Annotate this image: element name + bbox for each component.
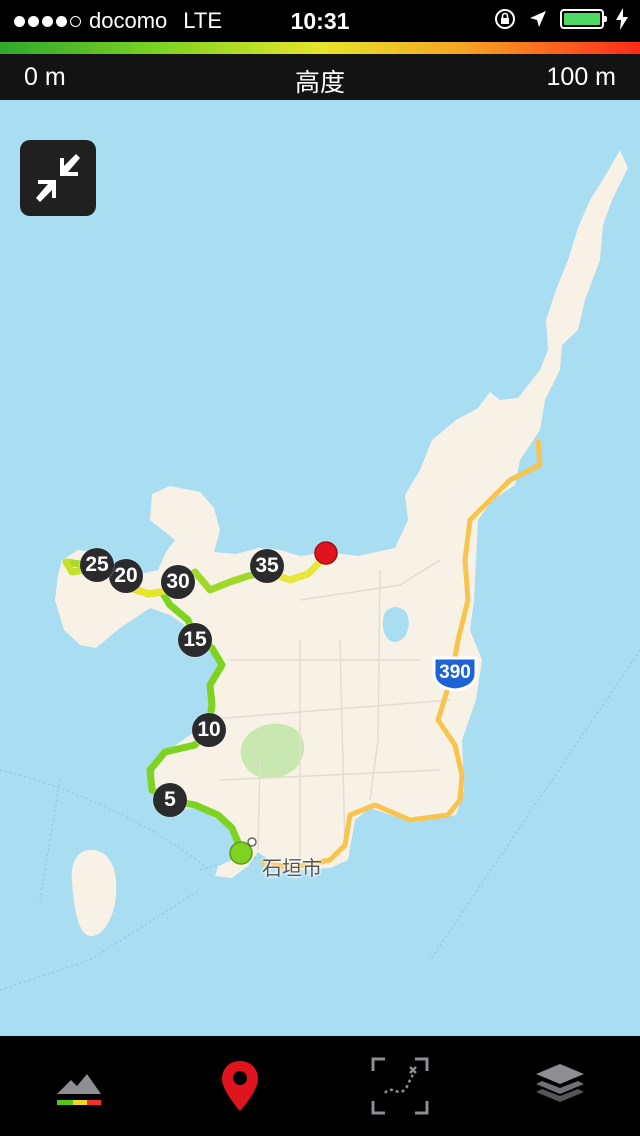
tab-location[interactable] bbox=[160, 1036, 320, 1136]
elevation-title: 高度 bbox=[294, 69, 345, 97]
fit-route-icon bbox=[371, 1057, 429, 1115]
elevation-legend: 0 m 高度 100 m bbox=[0, 54, 640, 100]
elevation-max-label: 100 m bbox=[546, 63, 616, 91]
elevation-gradient-bar bbox=[0, 42, 640, 54]
distance-marker-30[interactable]: 30 bbox=[161, 565, 195, 599]
tab-layers[interactable] bbox=[480, 1036, 640, 1136]
distance-marker-5[interactable]: 5 bbox=[153, 783, 187, 817]
route-shield-390: 390 bbox=[430, 654, 480, 692]
elevation-icon bbox=[57, 1074, 101, 1105]
small-island bbox=[71, 849, 117, 937]
distance-marker-15[interactable]: 15 bbox=[178, 623, 212, 657]
status-bar: docomo LTE 10:31 bbox=[0, 0, 640, 42]
city-center-dot bbox=[247, 837, 257, 847]
collapse-map-button[interactable] bbox=[20, 140, 96, 216]
location-pin-icon bbox=[222, 1061, 258, 1111]
layers-icon bbox=[536, 1064, 584, 1102]
battery-icon bbox=[560, 9, 607, 29]
tab-elevation[interactable] bbox=[0, 1036, 160, 1136]
route-shield-number: 390 bbox=[439, 662, 471, 683]
collapse-arrows-icon bbox=[36, 154, 80, 202]
distance-marker-25[interactable]: 25 bbox=[80, 548, 114, 582]
island-landmass bbox=[55, 150, 628, 878]
distance-marker-20[interactable]: 20 bbox=[109, 559, 143, 593]
track-end-point bbox=[314, 541, 338, 565]
tab-fit-route[interactable] bbox=[320, 1036, 480, 1136]
map-view[interactable]: 390 石垣市 5 10 15 20 25 30 35 bbox=[0, 100, 640, 1036]
location-arrow-icon bbox=[530, 11, 546, 27]
tab-bar bbox=[0, 1036, 640, 1136]
rotation-lock-icon bbox=[495, 9, 515, 29]
charging-bolt-icon bbox=[616, 8, 628, 30]
distance-marker-10[interactable]: 10 bbox=[192, 713, 226, 747]
city-label: 石垣市 bbox=[262, 858, 322, 880]
distance-marker-35[interactable]: 35 bbox=[250, 549, 284, 583]
